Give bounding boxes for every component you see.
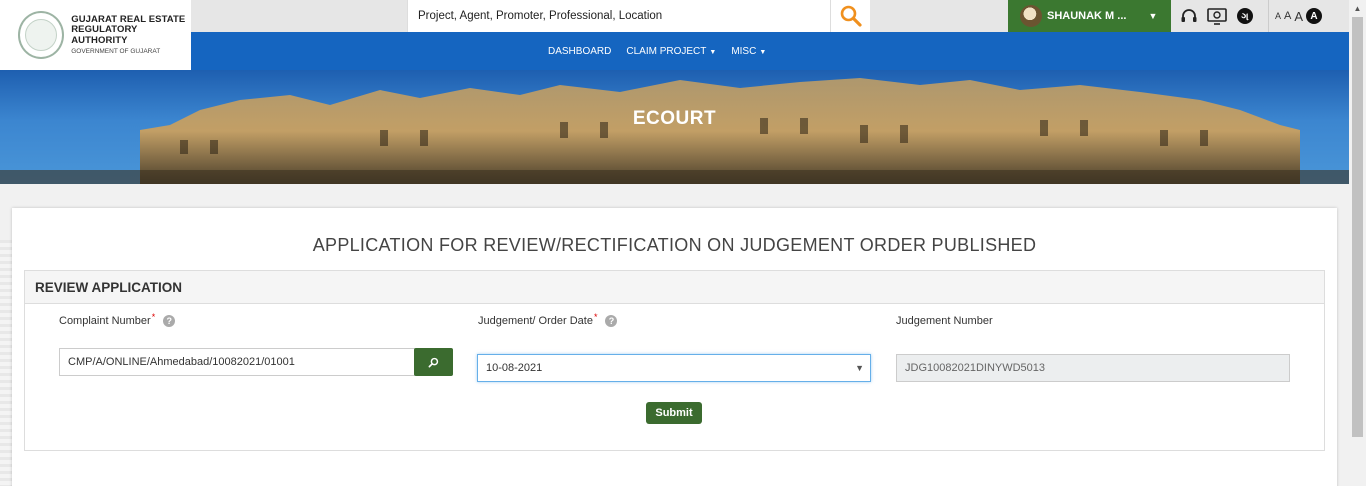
chevron-down-icon: ▼ xyxy=(855,363,864,373)
language-icon[interactable]: ગ xyxy=(1231,0,1259,32)
font-size-small-button[interactable]: A xyxy=(1275,11,1281,21)
judgement-number-label: Judgement Number xyxy=(896,315,993,327)
scrollbar-thumb[interactable] xyxy=(1352,17,1363,437)
nav-dashboard-label: DASHBOARD xyxy=(548,45,612,57)
order-date-label: Judgement/ Order Date * ? xyxy=(478,312,618,327)
scroll-up-arrow-icon[interactable]: ▲ xyxy=(1349,0,1366,17)
background-pattern xyxy=(0,240,12,486)
order-date-select[interactable]: 10-08-2021 ▼ xyxy=(477,354,871,382)
user-menu[interactable]: SHAUNAK M ... ▼ xyxy=(1008,0,1171,32)
svg-text:ગ: ગ xyxy=(1241,12,1249,23)
complaint-number-label: Complaint Number * ? xyxy=(59,312,176,327)
font-size-controls: A A A A xyxy=(1268,0,1325,32)
user-name: SHAUNAK M ... xyxy=(1047,10,1127,22)
chevron-down-icon: ▼ xyxy=(709,48,717,56)
complaint-search-button[interactable] xyxy=(414,348,453,376)
logo-line-2: REGULATORY AUTHORITY xyxy=(71,24,138,46)
judgement-number-field: JDG10082021DINYWD5013 xyxy=(896,354,1290,382)
global-search-input[interactable]: Project, Agent, Promoter, Professional, … xyxy=(407,0,830,32)
search-icon xyxy=(840,5,862,27)
search-icon xyxy=(428,357,439,367)
help-icon[interactable]: ? xyxy=(163,315,176,327)
nav-claim-project-label: CLAIM PROJECT xyxy=(626,45,707,57)
required-marker: * xyxy=(593,312,598,322)
nav-misc-label: MISC xyxy=(731,45,757,57)
screen-reader-icon[interactable] xyxy=(1203,0,1231,32)
main-nav: DASHBOARD CLAIM PROJECT ▼ MISC ▼ xyxy=(191,32,1349,70)
chevron-down-icon: ▼ xyxy=(1148,11,1158,21)
submit-button[interactable]: Submit xyxy=(646,402,702,424)
gujrera-emblem-icon xyxy=(18,11,65,59)
logo-line-3: GOVERNMENT OF GUJARAT xyxy=(71,48,161,56)
avatar xyxy=(1020,5,1042,27)
nav-misc[interactable]: MISC ▼ xyxy=(731,46,766,57)
high-contrast-button[interactable]: A xyxy=(1306,8,1323,24)
nav-dashboard[interactable]: DASHBOARD xyxy=(548,46,611,57)
order-date-label-text: Judgement/ Order Date xyxy=(478,315,593,327)
page-title: APPLICATION FOR REVIEW/RECTIFICATION ON … xyxy=(312,235,1037,255)
hero-banner: ECOURT xyxy=(0,70,1349,184)
judgement-number-label-text: Judgement Number xyxy=(896,315,993,327)
chevron-down-icon: ▼ xyxy=(759,48,767,56)
nav-claim-project[interactable]: CLAIM PROJECT ▼ xyxy=(626,46,716,57)
main-card: APPLICATION FOR REVIEW/RECTIFICATION ON … xyxy=(12,208,1337,486)
font-size-medium-button[interactable]: A xyxy=(1284,10,1291,22)
hero-title: ECOURT xyxy=(632,108,717,129)
help-icon[interactable]: ? xyxy=(605,315,618,327)
required-marker: * xyxy=(151,312,156,322)
site-logo[interactable]: GUJARAT REAL ESTATE REGULATORY AUTHORITY… xyxy=(0,0,191,70)
font-size-large-button[interactable]: A xyxy=(1294,9,1303,24)
complaint-number-input[interactable]: CMP/A/ONLINE/Ahmedabad/10082021/01001 xyxy=(59,348,415,376)
complaint-number-label-text: Complaint Number xyxy=(59,315,151,327)
panel-title: REVIEW APPLICATION xyxy=(25,271,1324,304)
headset-icon[interactable] xyxy=(1175,0,1203,32)
order-date-selected-value: 10-08-2021 xyxy=(486,362,543,374)
search-button[interactable] xyxy=(830,0,870,32)
